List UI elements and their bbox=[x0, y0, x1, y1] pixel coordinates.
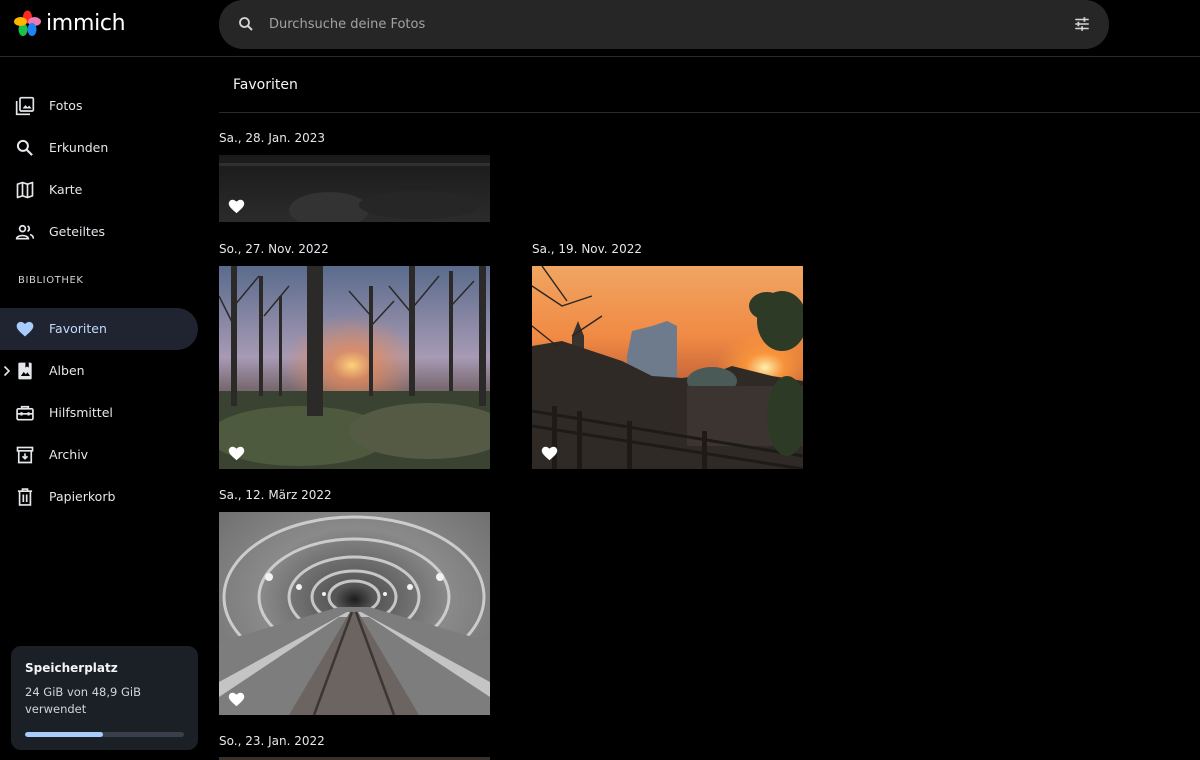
sidebar-item-archiv[interactable]: Archiv bbox=[0, 434, 198, 476]
top-bar: immich bbox=[0, 0, 1200, 57]
photo-image bbox=[219, 155, 490, 222]
app-logo[interactable]: immich bbox=[14, 10, 126, 37]
album-icon bbox=[18, 362, 32, 380]
sidebar-item-geteiltes[interactable]: Geteiltes bbox=[0, 211, 198, 253]
sidebar-item-label: Erkunden bbox=[49, 140, 109, 155]
sidebar-item-fotos[interactable]: Fotos bbox=[0, 85, 198, 127]
main-content: Favoriten Sa., 28. Jan. 2023 So., 27. No… bbox=[219, 57, 1200, 760]
page-title: Favoriten bbox=[233, 77, 298, 93]
toolbox-icon bbox=[16, 405, 34, 421]
date-group-heading[interactable]: So., 27. Nov. 2022 bbox=[219, 242, 329, 256]
app-name: immich bbox=[46, 11, 126, 36]
date-group-heading[interactable]: Sa., 28. Jan. 2023 bbox=[219, 131, 325, 145]
sidebar-item-karte[interactable]: Karte bbox=[0, 169, 198, 211]
photo-thumbnail[interactable] bbox=[219, 155, 490, 222]
sidebar-item-papierkorb[interactable]: Papierkorb bbox=[0, 476, 198, 518]
sidebar-item-hilfsmittel[interactable]: Hilfsmittel bbox=[0, 392, 198, 434]
storage-title: Speicherplatz bbox=[25, 661, 118, 675]
sidebar-item-label: Hilfsmittel bbox=[49, 405, 113, 420]
storage-usage-text: 24 GiB von 48,9 GiB verwendet bbox=[25, 685, 141, 716]
section-title-bibliothek: BIBLIOTHEK bbox=[18, 275, 84, 286]
sidebar-item-label: Karte bbox=[49, 182, 83, 197]
date-group-heading[interactable]: So., 23. Jan. 2022 bbox=[219, 734, 325, 748]
archive-icon bbox=[16, 446, 34, 464]
sidebar-item-label: Archiv bbox=[49, 447, 89, 462]
people-icon bbox=[15, 224, 35, 240]
favorite-heart-icon[interactable] bbox=[227, 444, 246, 461]
sidebar-item-erkunden[interactable]: Erkunden bbox=[0, 127, 198, 169]
sidebar-item-label: Fotos bbox=[49, 98, 83, 113]
photo-thumbnail[interactable] bbox=[532, 266, 803, 469]
immich-logo-icon bbox=[14, 10, 41, 36]
sidebar-item-favoriten[interactable]: Favoriten bbox=[0, 308, 198, 350]
favorite-heart-icon[interactable] bbox=[540, 444, 559, 461]
search-bar[interactable] bbox=[219, 0, 1109, 49]
favorite-heart-icon[interactable] bbox=[227, 197, 246, 214]
photo-thumbnail[interactable] bbox=[219, 512, 490, 715]
favorite-heart-icon[interactable] bbox=[227, 690, 246, 707]
sidebar: Fotos Erkunden Karte Geteiltes BIBLIOTHE… bbox=[0, 57, 210, 760]
photo-image bbox=[219, 266, 490, 469]
search-input[interactable] bbox=[269, 0, 1049, 49]
storage-progress-fill bbox=[25, 732, 103, 737]
search-icon bbox=[16, 139, 33, 156]
sidebar-item-label: Papierkorb bbox=[49, 489, 116, 504]
sidebar-item-label: Geteiltes bbox=[49, 224, 106, 239]
sidebar-item-label: Favoriten bbox=[49, 321, 107, 336]
storage-card: Speicherplatz 24 GiB von 48,9 GiB verwen… bbox=[11, 646, 198, 750]
photo-image bbox=[532, 266, 803, 469]
sidebar-item-label: Alben bbox=[49, 363, 85, 378]
page-header: Favoriten bbox=[219, 57, 1200, 113]
date-group-heading[interactable]: Sa., 12. März 2022 bbox=[219, 488, 332, 502]
sidebar-item-alben[interactable]: Alben bbox=[0, 350, 198, 392]
trash-icon bbox=[17, 488, 33, 506]
chevron-right-icon[interactable] bbox=[3, 365, 11, 377]
photo-thumbnail[interactable] bbox=[219, 266, 490, 469]
date-group-heading[interactable]: Sa., 19. Nov. 2022 bbox=[532, 242, 642, 256]
photo-image bbox=[219, 512, 490, 715]
photos-icon bbox=[15, 96, 35, 116]
tune-filter-icon[interactable] bbox=[1073, 15, 1091, 33]
heart-icon bbox=[16, 321, 34, 337]
search-icon[interactable] bbox=[237, 15, 255, 33]
storage-progress-bar bbox=[25, 732, 184, 737]
map-icon bbox=[16, 181, 34, 199]
